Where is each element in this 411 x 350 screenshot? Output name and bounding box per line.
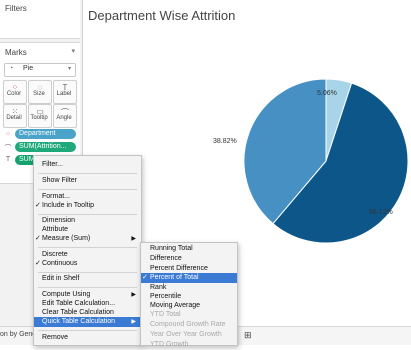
marks-title: Marks: [5, 48, 27, 57]
menu-item-measure[interactable]: ✓ Measure (Sum) ▶: [34, 234, 141, 244]
submenu-arrow-icon: ▶: [131, 236, 136, 242]
menu-separator: [38, 247, 137, 248]
mark-type-select[interactable]: ◔ Pie ▾: [4, 63, 76, 77]
department-pill[interactable]: Department: [15, 129, 76, 139]
menu-item-label: Include in Tooltip: [42, 202, 95, 209]
quick-table-calc-submenu: Running Total Difference Percent Differe…: [140, 242, 238, 348]
menu-item-filter[interactable]: Filter...: [34, 160, 141, 170]
submenu-arrow-icon: ▶: [131, 319, 136, 325]
angle-button-label: Angle: [56, 115, 72, 121]
context-menu: Filter... Show Filter Format... ✓ Include…: [33, 155, 142, 346]
color-icon: ⁘: [5, 131, 11, 138]
submenu-item-label: Running Total: [150, 245, 193, 252]
submenu-item-running-total[interactable]: Running Total: [141, 244, 237, 254]
angle-icon: ⌒: [4, 145, 12, 152]
menu-item-remove[interactable]: Remove: [34, 333, 141, 343]
menu-separator: [38, 189, 137, 190]
menu-item-show-filter[interactable]: Show Filter: [34, 176, 141, 186]
check-icon: ✓: [35, 260, 41, 267]
submenu-item-year-over-year-growth: Year Over Year Growth: [141, 330, 237, 340]
pie-mark-icon: ◔: [9, 65, 14, 72]
menu-item-label: Continuous: [42, 260, 78, 267]
menu-item-label: Filter...: [42, 161, 64, 168]
submenu-item-label: Compound Growth Rate: [150, 321, 226, 328]
menu-item-label: Quick Table Calculation: [42, 318, 116, 325]
submenu-item-label: Difference: [150, 255, 182, 262]
menu-separator: [38, 272, 137, 273]
chevron-down-icon[interactable]: ▾: [71, 47, 75, 55]
detail-button-label: Detail: [6, 115, 22, 121]
filters-card[interactable]: Filters: [0, 0, 80, 39]
color-button-label: Color: [6, 91, 22, 97]
menu-separator: [38, 214, 137, 215]
submenu-item-label: YTD Total: [150, 311, 181, 318]
pie-slice-label: 38.82%: [213, 138, 237, 145]
menu-separator: [38, 173, 137, 174]
submenu-item-label: YTD Growth: [150, 341, 189, 348]
menu-item-continuous[interactable]: ✓ Continuous: [34, 259, 141, 269]
check-icon: ✓: [35, 202, 41, 209]
size-button-label: Size: [33, 91, 45, 97]
menu-item-include-in-tooltip[interactable]: ✓ Include in Tooltip: [34, 201, 141, 211]
menu-item-label: Show Filter: [42, 177, 78, 184]
mark-type-value: Pie: [23, 65, 34, 72]
submenu-item-ytd-total: YTD Total: [141, 310, 237, 320]
chevron-down-icon: ▾: [67, 66, 71, 72]
menu-item-label: Measure (Sum): [42, 235, 91, 242]
pill-row-attrition-angle: ⌒ SUM(Attrition...: [4, 142, 80, 152]
submenu-item-label: Percent of Total: [150, 274, 199, 281]
sheet-tab-icon[interactable]: ⊞: [244, 330, 252, 341]
pill-row-department: ⁘ Department: [4, 129, 80, 139]
menu-item-label: Remove: [42, 334, 69, 341]
label-icon: T: [5, 156, 11, 163]
menu-item-label: Edit in Shelf: [42, 275, 80, 282]
menu-separator: [38, 287, 137, 288]
pie-slice-label: 5.06%: [317, 90, 337, 97]
check-icon: ✓: [35, 235, 41, 242]
attrition-angle-pill[interactable]: SUM(Attrition...: [15, 142, 76, 152]
label-button-label: Label: [56, 91, 72, 97]
check-icon: ✓: [142, 274, 148, 281]
submenu-item-ytd-growth: YTD Growth: [141, 340, 237, 350]
submenu-item-difference[interactable]: Difference: [141, 254, 237, 264]
submenu-item-label: Year Over Year Growth: [150, 331, 222, 338]
menu-item-quick-table-calculation[interactable]: Quick Table Calculation ▶: [34, 317, 141, 327]
submenu-item-percent-of-total[interactable]: ✓ Percent of Total: [141, 273, 237, 283]
tooltip-button-label: Tooltip: [30, 115, 48, 121]
submenu-item-compound-growth-rate: Compound Growth Rate: [141, 320, 237, 330]
pie-slice-label: 56.12%: [369, 209, 393, 216]
filters-title: Filters: [5, 4, 27, 13]
menu-separator: [38, 330, 137, 331]
menu-item-edit-in-shelf[interactable]: Edit in Shelf: [34, 274, 141, 284]
